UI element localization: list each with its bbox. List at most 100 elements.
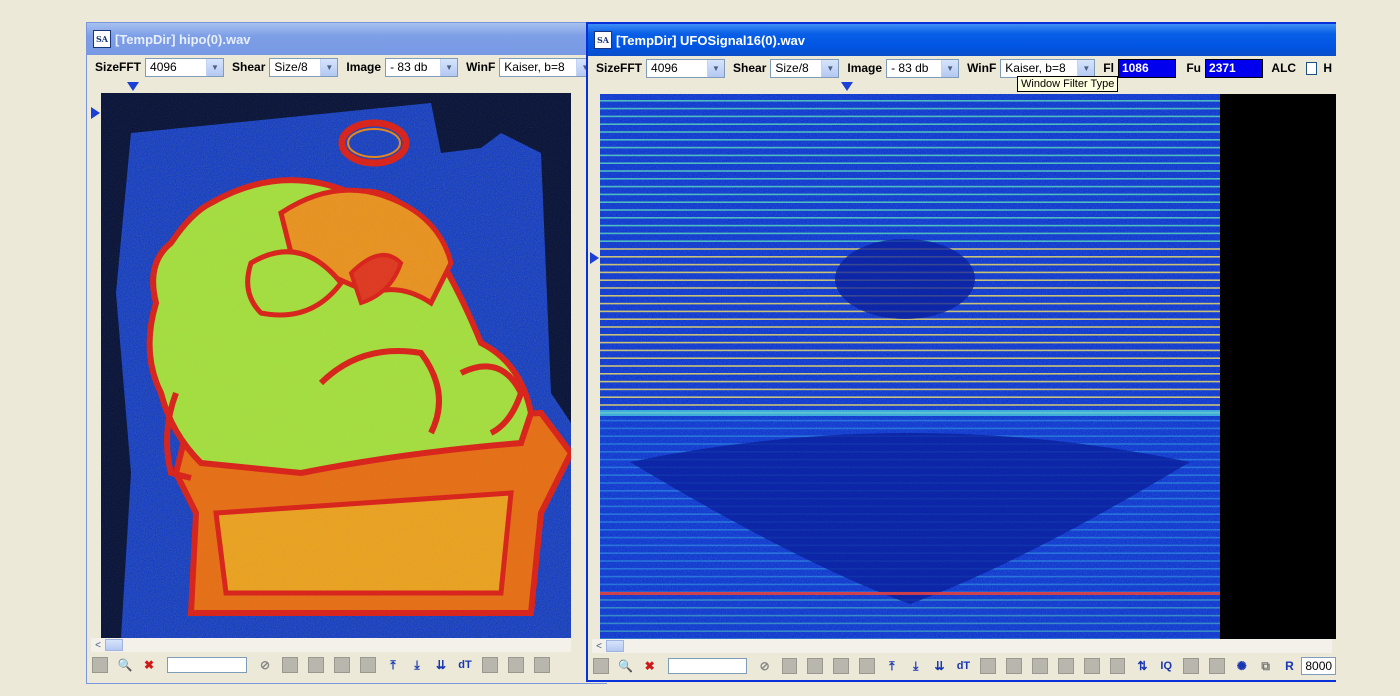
spectrogram-image (101, 93, 571, 638)
shear-select[interactable]: Size/8 ▼ (770, 58, 840, 78)
horizontal-scrollbar[interactable]: < (592, 639, 1332, 653)
app-icon: SA (594, 31, 612, 49)
chevron-down-icon: ▼ (206, 58, 224, 76)
time-marker[interactable] (590, 252, 599, 264)
shear-label: Shear (232, 60, 266, 74)
image-label: Image (847, 61, 883, 75)
dt-icon[interactable]: dT (955, 657, 973, 675)
window-title: [TempDir] UFOSignal16(0).wav (616, 32, 806, 48)
frequency-ruler[interactable] (87, 79, 607, 93)
sizefft-select[interactable]: 4096 ▼ (646, 58, 726, 78)
disabled-button[interactable] (508, 657, 524, 673)
spectrogram-image (600, 94, 1336, 639)
sizefft-select[interactable]: 4096 ▼ (145, 57, 225, 77)
sizefft-label: SizeFFT (596, 61, 643, 75)
double-arrow-down-icon[interactable]: ⇊ (931, 657, 949, 675)
chevron-down-icon: ▼ (707, 59, 725, 77)
arrow-up-icon[interactable]: ⤒ (883, 657, 901, 675)
copy-icon[interactable]: ⧉ (1257, 657, 1275, 675)
spectrogram-window-ufosignal[interactable]: SA [TempDir] UFOSignal16(0).wav SizeFFT … (586, 22, 1336, 682)
disabled-button[interactable] (781, 658, 798, 674)
disabled-button[interactable] (308, 657, 324, 673)
bottom-toolbar: 🔍 ✖ ⊘ ⤒ ⤓ ⇊ dT ⇅ IQ ✺ ⧉ R 8000 (588, 653, 1336, 679)
disabled-button[interactable] (1032, 658, 1048, 674)
fl-input[interactable]: 1086 (1117, 58, 1177, 78)
disabled-button[interactable] (1109, 658, 1126, 674)
settings-toolbar: SizeFFT 4096 ▼ Shear Size/8 ▼ Image - 83 d… (588, 56, 1336, 80)
zoom-icon[interactable]: 🔍 (116, 656, 134, 674)
window-filter-select[interactable]: Kaiser, b=8▼ (1000, 58, 1096, 78)
delete-icon[interactable]: ✖ (140, 656, 158, 674)
r-icon[interactable]: R (1281, 657, 1299, 675)
disabled-button[interactable] (807, 658, 824, 674)
shear-select[interactable]: Size/8 ▼ (269, 57, 339, 77)
alc-label: ALC (1271, 61, 1297, 75)
disabled-button[interactable] (360, 657, 376, 673)
settings-icon[interactable]: ✺ (1233, 657, 1251, 675)
scroll-thumb[interactable] (606, 640, 624, 652)
chevron-down-icon: ▼ (440, 58, 458, 76)
value-input[interactable] (667, 658, 747, 674)
disabled-button[interactable] (92, 657, 108, 673)
disabled-button[interactable] (1057, 658, 1074, 674)
winf-label: WinF (967, 61, 997, 75)
hippo-spectrogram (101, 93, 571, 638)
double-arrow-down-icon[interactable]: ⇊ (432, 656, 450, 674)
sizefft-label: SizeFFT (95, 60, 142, 74)
filter-icon[interactable]: ⇅ (1133, 657, 1151, 675)
time-marker[interactable] (91, 107, 100, 119)
disabled-button[interactable] (859, 658, 876, 674)
disabled-button[interactable] (282, 657, 298, 673)
title-bar[interactable]: SA [TempDir] UFOSignal16(0).wav (588, 24, 1336, 56)
window-filter-select[interactable]: Kaiser, b=8▼ (499, 57, 595, 77)
alc-checkbox[interactable] (1306, 61, 1318, 75)
disabled-button[interactable] (1209, 658, 1225, 674)
scroll-left-icon[interactable]: < (592, 639, 606, 653)
disabled-button[interactable] (1083, 658, 1100, 674)
disabled-button[interactable] (980, 658, 997, 674)
title-bar[interactable]: SA [TempDir] hipo(0).wav (87, 23, 607, 55)
fu-label: Fu (1186, 61, 1202, 75)
winf-label: WinF (466, 60, 496, 74)
zoom-icon[interactable]: 🔍 (617, 657, 635, 675)
scroll-thumb[interactable] (105, 639, 123, 651)
arrow-up-icon[interactable]: ⤒ (384, 656, 402, 674)
disabled-button[interactable] (593, 658, 609, 674)
scroll-left-icon[interactable]: < (91, 638, 105, 652)
disabled-button[interactable] (833, 658, 850, 674)
shear-label: Shear (733, 61, 767, 75)
iq-icon[interactable]: IQ (1157, 657, 1175, 675)
cancel-icon[interactable]: ⊘ (256, 656, 274, 674)
disabled-button[interactable] (482, 657, 498, 673)
window-filter-tooltip: Window Filter Type (1017, 76, 1119, 92)
fl-label: Fl (1103, 61, 1114, 75)
horizontal-scrollbar[interactable]: < (91, 638, 571, 652)
frequency-marker[interactable] (127, 82, 139, 91)
image-db-select[interactable]: - 83 db ▼ (385, 57, 459, 77)
disabled-button[interactable] (334, 657, 350, 673)
disabled-button[interactable] (534, 657, 550, 673)
delete-icon[interactable]: ✖ (641, 657, 659, 675)
frequency-ruler[interactable] (588, 80, 1336, 94)
fu-input[interactable]: 2371 (1205, 58, 1264, 78)
bottom-toolbar: 🔍 ✖ ⊘ ⤒ ⤓ ⇊ dT (87, 652, 607, 678)
arrow-down-icon[interactable]: ⤓ (907, 657, 925, 675)
chevron-down-icon: ▼ (320, 58, 338, 76)
window-title: [TempDir] hipo(0).wav (115, 31, 251, 47)
dt-icon[interactable]: dT (456, 656, 474, 674)
app-icon: SA (93, 30, 111, 48)
disabled-button[interactable] (1006, 658, 1023, 674)
frequency-marker[interactable] (841, 82, 853, 91)
settings-toolbar: SizeFFT 4096 ▼ Shear Size/8 ▼ Image - 83 d… (87, 55, 607, 79)
spectrogram-window-hipo[interactable]: SA [TempDir] hipo(0).wav SizeFFT 4096 ▼ S… (86, 22, 607, 684)
sample-rate-field[interactable]: 8000 (1301, 657, 1336, 675)
cancel-icon[interactable]: ⊘ (756, 657, 774, 675)
arrow-down-icon[interactable]: ⤓ (408, 656, 426, 674)
disabled-button[interactable] (1183, 658, 1199, 674)
h-label: H (1323, 61, 1332, 75)
chevron-down-icon: ▼ (1077, 59, 1095, 77)
chevron-down-icon: ▼ (941, 59, 959, 77)
value-input[interactable] (167, 657, 247, 673)
image-db-select[interactable]: - 83 db ▼ (886, 58, 960, 78)
chevron-down-icon: ▼ (821, 59, 839, 77)
